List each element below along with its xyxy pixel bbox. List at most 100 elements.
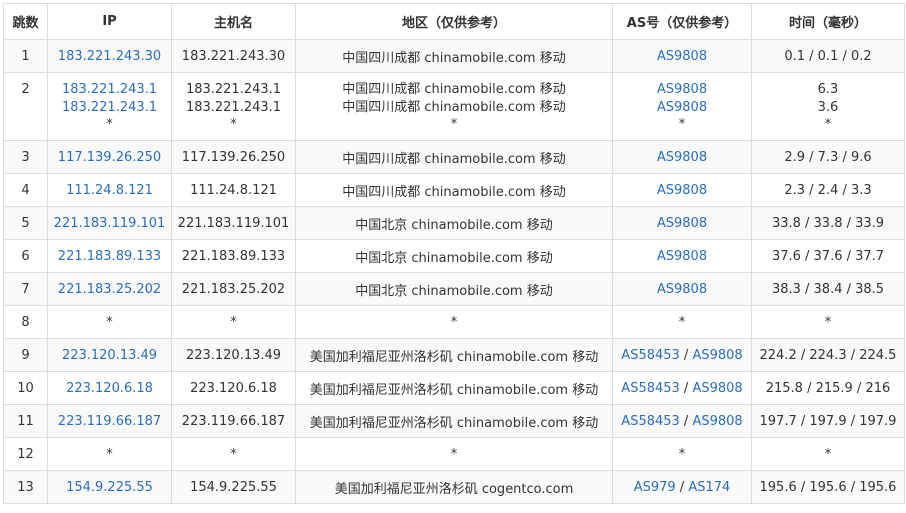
time-text: 2.9 / 7.3 / 9.6 <box>784 149 872 165</box>
ip-link[interactable]: 154.9.225.55 <box>52 480 167 495</box>
hostname-cell: 154.9.225.55 <box>171 470 296 504</box>
region-text: 中国四川成都 chinamobile.com 移动 <box>342 184 566 200</box>
as-separator: / <box>675 479 689 495</box>
table-row: 2 183.221.243.1 183.221.243.1 * 183.221.243.… <box>3 72 905 141</box>
ip-link[interactable]: 223.120.6.18 <box>52 381 167 396</box>
as-line: AS58453 / AS9808 <box>617 381 747 396</box>
time-text: 3.6 <box>817 99 839 115</box>
as-link[interactable]: AS9808 <box>657 216 707 231</box>
ip-link[interactable]: 221.183.89.133 <box>52 249 167 264</box>
ip-link[interactable]: 223.120.13.49 <box>52 348 167 363</box>
ip-link[interactable]: 221.183.119.101 <box>52 216 167 231</box>
as-link[interactable]: AS9808 <box>692 381 742 396</box>
hostname-cell: 117.139.26.250 <box>171 140 296 174</box>
time-text: 215.8 / 215.9 / 216 <box>765 380 891 396</box>
hop-number: 9 <box>3 338 48 372</box>
table-row: 13 154.9.225.55 154.9.225.55 美国加利福尼亚州洛杉矶 co… <box>3 470 905 504</box>
as-link[interactable]: AS9808 <box>657 82 707 97</box>
time-cell: 38.3 / 38.4 / 38.5 <box>751 272 905 306</box>
ip-placeholder: * <box>106 314 113 330</box>
as-link[interactable]: AS9808 <box>657 282 707 297</box>
ip-cell: 183.221.243.30 <box>47 39 172 73</box>
time-text: 2.3 / 2.4 / 3.3 <box>784 182 872 198</box>
as-cell: AS58453 / AS9808 <box>612 338 752 372</box>
as-separator: / <box>679 347 693 363</box>
table-row: 1 183.221.243.30 183.221.243.30 中国四川成都 chin… <box>3 39 905 73</box>
hostname-text: 223.119.66.187 <box>181 413 286 429</box>
ip-link[interactable]: 183.221.243.30 <box>52 49 167 64</box>
time-cell: 215.8 / 215.9 / 216 <box>751 371 905 405</box>
table-header-row: 跳数 IP 主机名 地区（仅供参考） AS号（仅供参考） 时间（毫秒） <box>3 3 905 40</box>
ip-link[interactable]: 111.24.8.121 <box>52 183 167 198</box>
as-cell: AS979 / AS174 <box>612 470 752 504</box>
hostname-text: 183.221.243.30 <box>181 48 286 64</box>
as-link[interactable]: AS9808 <box>692 414 742 429</box>
time-text: 33.8 / 33.8 / 33.9 <box>771 215 885 231</box>
hostname-text: * <box>230 446 237 462</box>
hop-number: 8 <box>3 305 48 339</box>
as-cell: * <box>612 305 752 339</box>
column-header-time: 时间（毫秒） <box>751 3 905 40</box>
hop-number: 1 <box>3 39 48 73</box>
time-cell: 37.6 / 37.6 / 37.7 <box>751 239 905 273</box>
hostname-cell: 223.119.66.187 <box>171 404 296 438</box>
hop-number: 6 <box>3 239 48 273</box>
as-link[interactable]: AS174 <box>688 480 730 495</box>
as-link[interactable]: AS9808 <box>657 183 707 198</box>
hostname-text: 223.120.6.18 <box>190 380 277 396</box>
ip-link[interactable]: 183.221.243.1 <box>52 81 167 99</box>
as-cell: AS9808 <box>612 206 752 240</box>
as-line: * <box>617 116 747 134</box>
time-cell: 0.1 / 0.1 / 0.2 <box>751 39 905 73</box>
time-cell: 197.7 / 197.9 / 197.9 <box>751 404 905 438</box>
region-text: 中国四川成都 chinamobile.com 移动 <box>342 50 566 66</box>
table-row: 6 221.183.89.133 221.183.89.133 中国北京 chinam… <box>3 239 905 273</box>
ip-link[interactable]: 117.139.26.250 <box>52 150 167 165</box>
hostname-text: 221.183.25.202 <box>181 281 286 297</box>
as-line: AS58453 / AS9808 <box>617 414 747 429</box>
as-link[interactable]: AS9808 <box>657 249 707 264</box>
region-text: 美国加利福尼亚州洛杉矶 chinamobile.com 移动 <box>309 382 599 398</box>
as-link[interactable]: AS9808 <box>657 49 707 64</box>
column-header-region: 地区（仅供参考） <box>295 3 613 40</box>
as-link[interactable]: AS58453 <box>621 381 680 396</box>
hostname-cell: 223.120.13.49 <box>171 338 296 372</box>
hostname-cell: 183.221.243.30 <box>171 39 296 73</box>
as-cell: AS58453 / AS9808 <box>612 371 752 405</box>
hostname-cell: * <box>171 305 296 339</box>
time-text: 224.2 / 224.3 / 224.5 <box>759 347 897 363</box>
time-text: 0.1 / 0.1 / 0.2 <box>784 48 872 64</box>
as-line: AS9808 <box>617 49 747 64</box>
as-link[interactable]: AS9808 <box>657 100 707 115</box>
hop-number: 11 <box>3 404 48 438</box>
ip-link[interactable]: 221.183.25.202 <box>52 282 167 297</box>
region-cell: 美国加利福尼亚州洛杉矶 chinamobile.com 移动 <box>295 338 613 372</box>
hop-number: 5 <box>3 206 48 240</box>
as-link[interactable]: AS9808 <box>692 348 742 363</box>
region-cell: 美国加利福尼亚州洛杉矶 chinamobile.com 移动 <box>295 404 613 438</box>
as-line: AS9808 <box>617 216 747 231</box>
region-text: 中国四川成都 chinamobile.com 移动 <box>342 151 566 167</box>
ip-link[interactable]: 183.221.243.1 <box>52 99 167 117</box>
region-text: * <box>450 117 458 132</box>
table-row: 3 117.139.26.250 117.139.26.250 中国四川成都 chin… <box>3 140 905 174</box>
hostname-cell: * <box>171 437 296 471</box>
time-text: 195.6 / 195.6 / 195.6 <box>759 479 897 495</box>
hostname-cell: 111.24.8.121 <box>171 173 296 207</box>
as-link[interactable]: AS979 <box>634 480 676 495</box>
as-link[interactable]: AS58453 <box>621 414 680 429</box>
hostname-cell: 221.183.119.101 <box>171 206 296 240</box>
hostname-text: * <box>230 314 237 330</box>
hostname-cell: 183.221.243.1 183.221.243.1 * <box>171 72 296 141</box>
as-link[interactable]: AS9808 <box>657 150 707 165</box>
time-cell: 2.3 / 2.4 / 3.3 <box>751 173 905 207</box>
as-line: AS9808 <box>617 249 747 264</box>
hop-number: 12 <box>3 437 48 471</box>
ip-link[interactable]: 223.119.66.187 <box>52 414 167 429</box>
region-cell: 中国北京 chinamobile.com 移动 <box>295 272 613 306</box>
as-line: * <box>617 315 747 330</box>
as-link[interactable]: AS58453 <box>621 348 680 363</box>
ip-cell: * <box>47 305 172 339</box>
table-row: 9 223.120.13.49 223.120.13.49 美国加利福尼亚州洛杉矶 c… <box>3 338 905 372</box>
region-cell: 中国北京 chinamobile.com 移动 <box>295 239 613 273</box>
